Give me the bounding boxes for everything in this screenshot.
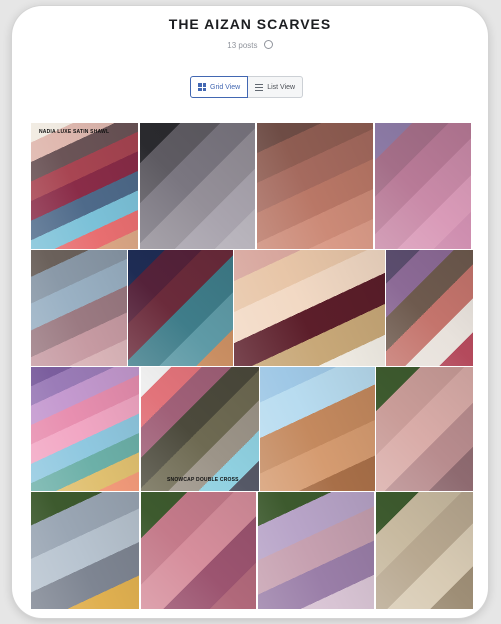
photo-mauve-pink-shades[interactable] (375, 123, 471, 249)
grid-view-button[interactable]: Grid View (190, 76, 249, 98)
photo-snowcap-closeup[interactable] (260, 367, 375, 491)
fabric-sheen (257, 123, 373, 249)
photo-navy-maroon-teal[interactable] (128, 250, 233, 366)
photo-dusty-pink-drape[interactable] (376, 367, 473, 491)
photo-rose-drape[interactable] (141, 492, 256, 609)
globe-icon (263, 40, 273, 49)
photo-grey-blue-yellow-drape[interactable] (31, 492, 139, 609)
list-view-label: List View (267, 83, 296, 91)
photo-assorted-labels[interactable] (386, 250, 473, 366)
list-icon (255, 83, 264, 91)
photo-lilac-drape[interactable] (258, 492, 374, 609)
fabric-sheen (141, 492, 256, 609)
fabric-sheen (141, 367, 259, 491)
fabric-sheen (376, 367, 473, 491)
fabric-sheen (140, 123, 255, 249)
photo-snowcap-double-cross[interactable]: SNOWCAP DOUBLE CROSS (141, 367, 259, 491)
fabric-sheen (31, 367, 139, 491)
view-toggle: Grid View List View (190, 76, 304, 98)
post-meta: 13 posts (12, 40, 488, 50)
photo-model-hijab[interactable] (234, 250, 385, 366)
photo-beige-drape[interactable] (376, 492, 473, 609)
photo-rainbow-stack[interactable] (31, 367, 139, 491)
fabric-sheen (31, 250, 127, 366)
photo-dark-grey-shades[interactable] (140, 123, 255, 249)
fabric-sheen (386, 250, 473, 366)
photo-nadia-luxe-satin[interactable]: NADIA LUXE SATIN SHAWL (31, 123, 138, 249)
fabric-sheen (31, 123, 138, 249)
page-title: THE AIZAN SCARVES (168, 16, 332, 32)
photo-caption: NADIA LUXE SATIN SHAWL (39, 129, 110, 135)
photo-caption: SNOWCAP DOUBLE CROSS (167, 477, 239, 483)
fabric-sheen (375, 123, 471, 249)
posts-count: 13 posts (227, 41, 258, 50)
fabric-sheen (260, 367, 375, 491)
fabric-sheen (376, 492, 473, 609)
fabric-sheen (234, 250, 385, 366)
fabric-sheen (31, 492, 139, 609)
photo-grey-blue-pink-shades[interactable] (31, 250, 127, 366)
post-card: THE AIZAN SCARVES 13 posts Grid View Lis… (12, 6, 488, 618)
photo-brown-peach-shades[interactable] (257, 123, 373, 249)
fabric-sheen (128, 250, 233, 366)
fabric-sheen (258, 492, 374, 609)
grid-view-label: Grid View (210, 83, 241, 91)
list-view-button[interactable]: List View (248, 76, 304, 98)
grid-icon (198, 83, 206, 91)
